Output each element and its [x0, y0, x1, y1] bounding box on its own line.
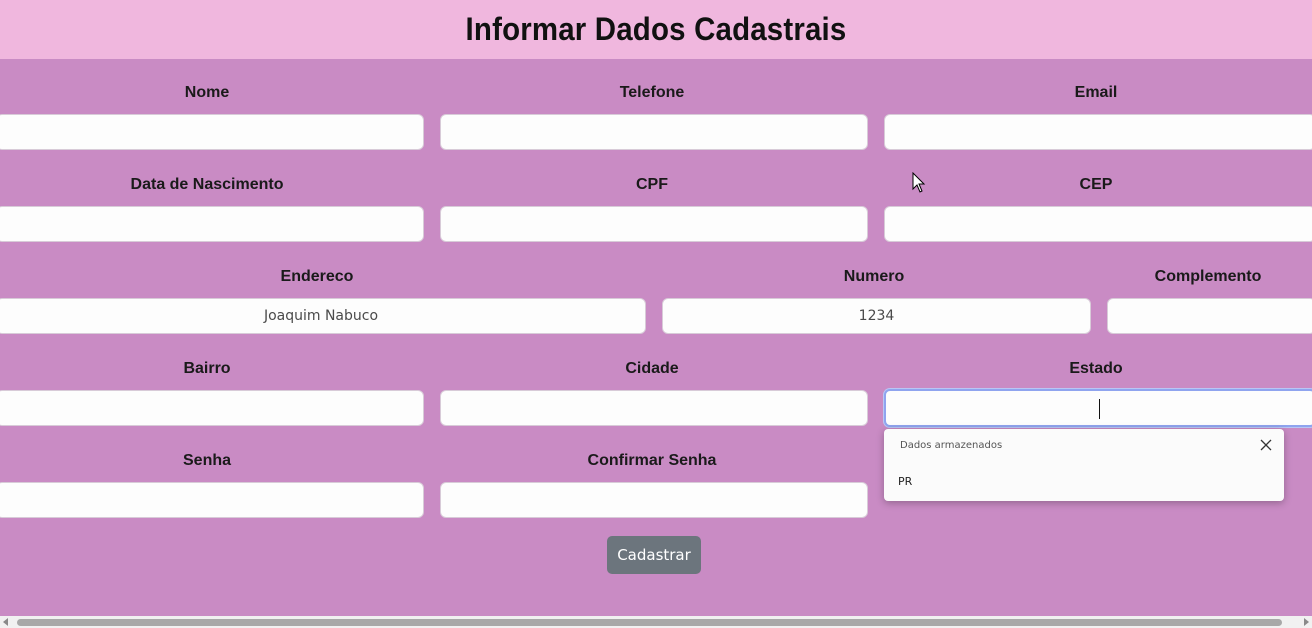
- autofill-item[interactable]: PR: [896, 473, 914, 490]
- autofill-header: Dados armazenados: [900, 440, 1003, 451]
- bairro-input[interactable]: [0, 390, 424, 426]
- horizontal-scrollbar[interactable]: [0, 616, 1312, 628]
- label-estado: Estado: [1069, 360, 1123, 377]
- cadastrar-button[interactable]: Cadastrar: [607, 536, 701, 574]
- scrollbar-thumb[interactable]: [17, 619, 1282, 626]
- header-bar: Informar Dados Cadastrais: [0, 0, 1312, 59]
- label-cpf: CPF: [636, 176, 668, 193]
- label-endereco: Endereco: [280, 268, 354, 285]
- cep-input[interactable]: [884, 206, 1312, 242]
- mouse-pointer-icon: [912, 172, 926, 193]
- data-nascimento-input[interactable]: [0, 206, 424, 242]
- label-cep: CEP: [1079, 176, 1113, 193]
- telefone-input[interactable]: [440, 114, 868, 150]
- confirmar-senha-input[interactable]: [440, 482, 868, 518]
- numero-input[interactable]: [662, 298, 1091, 334]
- scroll-right-icon[interactable]: [1304, 618, 1309, 626]
- cpf-input[interactable]: [440, 206, 868, 242]
- endereco-input[interactable]: [0, 298, 646, 334]
- label-email: Email: [1074, 84, 1118, 101]
- cidade-input[interactable]: [440, 390, 868, 426]
- close-icon[interactable]: [1258, 437, 1274, 453]
- text-caret: [1099, 399, 1100, 419]
- nome-input[interactable]: [0, 114, 424, 150]
- label-numero: Numero: [843, 268, 905, 285]
- label-cidade: Cidade: [625, 360, 679, 377]
- estado-input[interactable]: [884, 389, 1312, 427]
- label-confirmar-senha: Confirmar Senha: [587, 452, 717, 469]
- senha-input[interactable]: [0, 482, 424, 518]
- label-bairro: Bairro: [183, 360, 231, 377]
- page-title: Informar Dados Cadastrais: [465, 11, 847, 47]
- label-complemento: Complemento: [1154, 268, 1262, 285]
- label-telefone: Telefone: [619, 84, 685, 101]
- scroll-left-icon[interactable]: [3, 618, 8, 626]
- autofill-dropdown: Dados armazenados PR: [884, 429, 1284, 501]
- email-input[interactable]: [884, 114, 1312, 150]
- label-nome: Nome: [184, 84, 230, 101]
- complemento-input[interactable]: [1107, 298, 1312, 334]
- label-data-nascimento: Data de Nascimento: [130, 176, 284, 193]
- label-senha: Senha: [182, 452, 232, 469]
